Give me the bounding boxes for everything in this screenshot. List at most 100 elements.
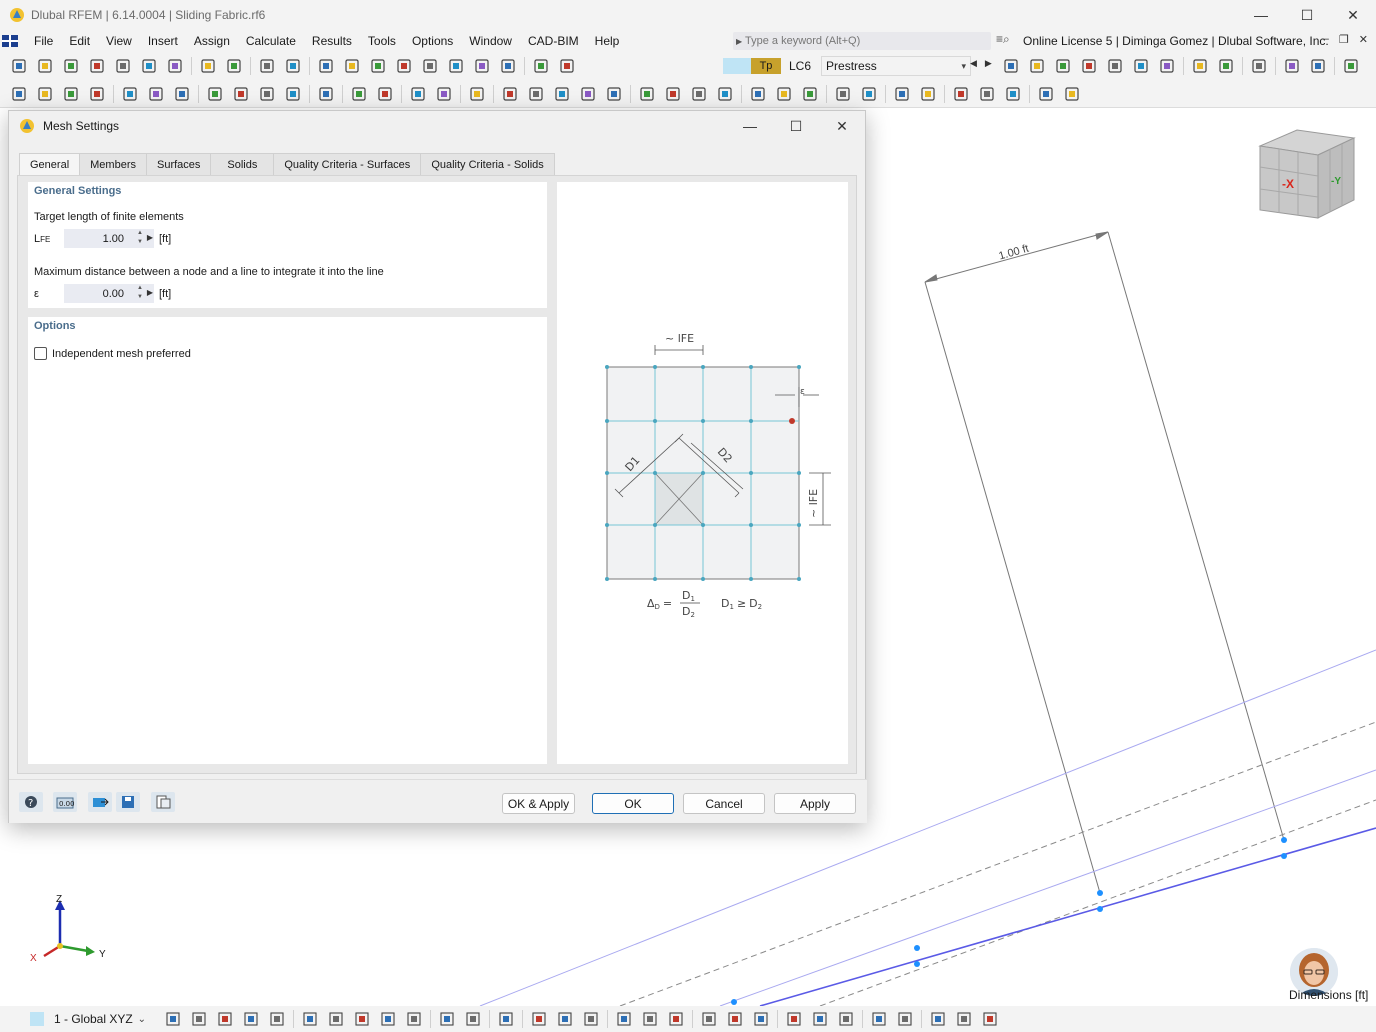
table-icon[interactable] [317, 57, 335, 75]
render-icon[interactable] [838, 1011, 854, 1027]
solid-icon[interactable] [812, 1011, 828, 1027]
menu-options[interactable]: Options [404, 34, 461, 48]
menu-insert[interactable]: Insert [140, 34, 186, 48]
clipping-icon[interactable] [897, 1011, 913, 1027]
nodal-load-icon[interactable] [232, 85, 250, 103]
print-icon[interactable] [166, 57, 184, 75]
independent-mesh-checkbox[interactable] [34, 347, 47, 360]
console-icon[interactable] [421, 57, 439, 75]
tab-general[interactable]: General [19, 153, 81, 176]
menu-calculate[interactable]: Calculate [238, 34, 304, 48]
polygon-icon[interactable] [642, 1011, 658, 1027]
rotate-icon[interactable] [553, 85, 571, 103]
ortho-icon[interactable] [435, 85, 453, 103]
join-icon[interactable] [801, 85, 819, 103]
ucs-icon[interactable] [465, 1011, 481, 1027]
ok-apply-button[interactable]: OK & Apply [502, 793, 575, 814]
select-icon[interactable] [616, 1011, 632, 1027]
grid-snap-icon[interactable] [409, 85, 427, 103]
coordinate-system-dropdown[interactable]: 1 - Global XYZ ⌄ [22, 1009, 150, 1029]
chevron-right-icon[interactable]: ▶ [147, 288, 153, 297]
arc-icon[interactable] [557, 1011, 573, 1027]
menu-help[interactable]: Help [587, 34, 628, 48]
view-wireframe-icon[interactable] [893, 85, 911, 103]
settings-icon[interactable] [1037, 85, 1055, 103]
tab-quality-criteria-surfaces[interactable]: Quality Criteria - Surfaces [273, 153, 422, 175]
results-table-icon[interactable] [1283, 57, 1301, 75]
layout-icon[interactable] [930, 1011, 946, 1027]
copy-icon[interactable] [527, 85, 545, 103]
display-settings-icon[interactable] [1158, 57, 1176, 75]
redo-icon[interactable] [284, 57, 302, 75]
curve-icon[interactable] [583, 1011, 599, 1027]
wireframe-icon[interactable] [786, 1011, 802, 1027]
node-icon[interactable] [10, 85, 28, 103]
divide-icon[interactable] [664, 85, 682, 103]
menu-view[interactable]: View [98, 34, 140, 48]
menu-file[interactable]: File [26, 34, 61, 48]
cloud-icon[interactable] [62, 57, 80, 75]
hinge-icon[interactable] [147, 85, 165, 103]
deformation-icon[interactable] [1080, 57, 1098, 75]
guide-line-icon[interactable] [834, 85, 852, 103]
library-button[interactable] [151, 792, 175, 812]
measure-icon[interactable] [468, 85, 486, 103]
member-icon[interactable] [62, 85, 80, 103]
target-icon[interactable] [978, 85, 996, 103]
script-icon[interactable] [447, 57, 465, 75]
load-case-nav[interactable]: ◀ ▶ [970, 58, 992, 69]
menu-cad-bim[interactable]: CAD-BIM [520, 34, 587, 48]
gear-icon[interactable] [1342, 57, 1360, 75]
keyword-search-input[interactable]: ▶ Type a keyword (Alt+Q) [733, 32, 991, 50]
epsilon-input[interactable]: 0.00 ▲ ▼ ▶ [64, 284, 154, 303]
import-settings-button[interactable] [88, 792, 112, 812]
menu-window[interactable]: Window [461, 34, 520, 48]
doc-close-button[interactable]: ✕ [1359, 33, 1368, 46]
filter-icon[interactable] [376, 85, 394, 103]
tab-quality-criteria-solids[interactable]: Quality Criteria - Solids [420, 153, 555, 175]
perspective-icon[interactable] [1004, 85, 1022, 103]
visibility-icon[interactable] [498, 1011, 514, 1027]
chevron-right-icon[interactable]: ▶ [147, 233, 153, 242]
animation-icon[interactable] [1250, 57, 1268, 75]
mirror-icon[interactable] [579, 85, 597, 103]
rotate-icon[interactable] [191, 1011, 207, 1027]
rendering-icon[interactable] [473, 57, 491, 75]
snap-icon[interactable] [860, 85, 878, 103]
notes-icon[interactable] [225, 57, 243, 75]
report-icon[interactable] [199, 57, 217, 75]
ok-button[interactable]: OK [592, 793, 674, 814]
dimension-icon[interactable] [558, 57, 576, 75]
search-options-icon[interactable]: ≡⌕ [996, 32, 1010, 47]
move-icon[interactable] [165, 1011, 181, 1027]
show-values-icon[interactable] [1191, 57, 1209, 75]
connect-icon[interactable] [749, 85, 767, 103]
chevron-left-icon[interactable]: ◀ [970, 58, 977, 69]
grid-lines-icon[interactable] [727, 1011, 743, 1027]
camera-icon[interactable] [982, 1011, 998, 1027]
pencil-icon[interactable] [532, 57, 550, 75]
member-load-icon[interactable] [284, 85, 302, 103]
intersection-icon[interactable] [406, 1011, 422, 1027]
ortho-icon[interactable] [668, 1011, 684, 1027]
dialog-minimize-button[interactable]: — [727, 111, 773, 141]
grid-icon[interactable] [328, 1011, 344, 1027]
filter-icon[interactable] [871, 1011, 887, 1027]
mesh-icon[interactable] [317, 85, 335, 103]
trim-icon[interactable] [716, 85, 734, 103]
align-icon[interactable] [638, 85, 656, 103]
select-icon[interactable] [350, 85, 368, 103]
intersect-icon[interactable] [775, 85, 793, 103]
menu-tools[interactable]: Tools [360, 34, 404, 48]
view-cube[interactable]: -X -Y [1258, 129, 1356, 219]
language-flag-icon[interactable] [2, 35, 18, 47]
node-snap-icon[interactable] [302, 1011, 318, 1027]
settings-icon[interactable] [1309, 57, 1327, 75]
webservice-icon[interactable] [88, 57, 106, 75]
print-preview-icon[interactable] [114, 57, 132, 75]
close-button[interactable]: ✕ [1330, 0, 1376, 30]
line-icon[interactable] [36, 85, 54, 103]
grid-icon[interactable] [343, 57, 361, 75]
surface-stress-icon[interactable] [1106, 57, 1124, 75]
maximize-button[interactable]: ☐ [1284, 0, 1330, 30]
